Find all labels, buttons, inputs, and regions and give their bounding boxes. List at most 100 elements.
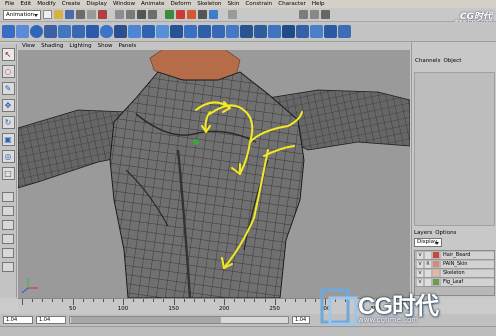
- snap-surface-icon[interactable]: [148, 10, 157, 19]
- shelf-planar-icon[interactable]: [156, 25, 169, 38]
- layer-row[interactable]: V Skeleton: [415, 269, 494, 278]
- last-tool-icon[interactable]: □: [1, 167, 15, 180]
- tab-channels[interactable]: Channels: [415, 58, 440, 64]
- layout-hypershade-icon[interactable]: [2, 262, 14, 272]
- shelf-sphere-icon[interactable]: [30, 25, 43, 38]
- tool-settings-icon[interactable]: [310, 10, 319, 19]
- move-tool-icon[interactable]: ✥: [1, 99, 15, 112]
- new-scene-icon[interactable]: [43, 10, 52, 19]
- select-hierarchy-icon[interactable]: [76, 10, 85, 19]
- select-tool-icon[interactable]: ↖: [1, 48, 15, 61]
- shelf-bevel-icon[interactable]: [170, 25, 183, 38]
- viewport-menu-shading[interactable]: Shading: [41, 43, 63, 49]
- shelf-cv-curve-icon[interactable]: [16, 25, 29, 38]
- viewport-menu-view[interactable]: View: [22, 43, 35, 49]
- menu-help[interactable]: Help: [309, 0, 328, 8]
- layer-color-swatch[interactable]: [433, 252, 439, 258]
- paint-select-icon[interactable]: ✎: [1, 82, 15, 95]
- layout-outliner-icon[interactable]: [2, 234, 14, 244]
- layer-color-swatch[interactable]: [433, 261, 439, 267]
- menu-create[interactable]: Create: [59, 0, 84, 8]
- rotate-tool-icon[interactable]: ↻: [1, 116, 15, 129]
- shelf-cone-icon[interactable]: [72, 25, 85, 38]
- tab-object[interactable]: Object: [443, 58, 461, 64]
- layer-visibility-toggle[interactable]: V: [417, 269, 423, 277]
- channel-box[interactable]: [414, 72, 495, 226]
- shelf-curve-icon[interactable]: [2, 25, 15, 38]
- shelf-subdiv-icon[interactable]: [268, 25, 281, 38]
- layer-visibility-toggle[interactable]: V: [417, 260, 423, 268]
- shelf-combine-icon[interactable]: [324, 25, 337, 38]
- layer-reference-toggle[interactable]: [425, 251, 431, 259]
- ipr-render-icon[interactable]: [187, 10, 196, 19]
- start-time-field[interactable]: 1.04: [3, 316, 33, 324]
- render-settings-icon[interactable]: [198, 10, 207, 19]
- render-icon[interactable]: [176, 10, 185, 19]
- menu-animate[interactable]: Animate: [138, 0, 167, 8]
- layer-row[interactable]: V R PAIN_Skin: [415, 260, 494, 269]
- layer-visibility-toggle[interactable]: V: [417, 251, 423, 259]
- shelf-detach-icon[interactable]: [212, 25, 225, 38]
- shelf-mirror-icon[interactable]: [310, 25, 323, 38]
- shelf-plane-icon[interactable]: [86, 25, 99, 38]
- menu-deform[interactable]: Deform: [167, 0, 194, 8]
- select-object-icon[interactable]: [87, 10, 96, 19]
- channel-box-icon[interactable]: [321, 10, 330, 19]
- history-icon[interactable]: [165, 10, 174, 19]
- menu-window[interactable]: Window: [110, 0, 138, 8]
- lasso-tool-icon[interactable]: ◌: [1, 65, 15, 78]
- shelf-torus-icon[interactable]: [100, 25, 113, 38]
- select-component-icon[interactable]: [98, 10, 107, 19]
- snap-grid-icon[interactable]: [115, 10, 124, 19]
- menu-file[interactable]: File: [2, 0, 17, 8]
- layout-side-icon[interactable]: [2, 220, 14, 230]
- tab-layers[interactable]: Layers: [414, 230, 432, 236]
- shelf-polygon-icon[interactable]: [254, 25, 267, 38]
- menu-constrain[interactable]: Constrain: [242, 0, 275, 8]
- open-scene-icon[interactable]: [54, 10, 63, 19]
- viewport-menu-lighting[interactable]: Lighting: [69, 43, 91, 49]
- layer-color-swatch[interactable]: [433, 270, 439, 276]
- shelf-revolve-icon[interactable]: [128, 25, 141, 38]
- shelf-boundary-icon[interactable]: [184, 25, 197, 38]
- attribute-editor-icon[interactable]: [299, 10, 308, 19]
- shelf-loft-icon[interactable]: [114, 25, 127, 38]
- hypershade-icon[interactable]: [209, 10, 218, 19]
- menu-character[interactable]: Character: [275, 0, 309, 8]
- shelf-extrude-icon[interactable]: [142, 25, 155, 38]
- layout-four-icon[interactable]: [2, 206, 14, 216]
- menu-edit[interactable]: Edit: [17, 0, 34, 8]
- menu-display[interactable]: Display: [83, 0, 110, 8]
- shelf-smooth-icon[interactable]: [240, 25, 253, 38]
- shelf-attach-icon[interactable]: [198, 25, 211, 38]
- shelf-split-icon[interactable]: [338, 25, 351, 38]
- menu-skeleton[interactable]: Skeleton: [194, 0, 224, 8]
- range-slider[interactable]: [69, 316, 289, 324]
- menu-modify[interactable]: Modify: [34, 0, 59, 8]
- perspective-viewport[interactable]: [18, 50, 410, 298]
- shelf-trim-icon[interactable]: [226, 25, 239, 38]
- layer-reference-toggle[interactable]: [425, 269, 431, 277]
- layout-single-icon[interactable]: [2, 192, 14, 202]
- save-scene-icon[interactable]: [65, 10, 74, 19]
- tab-options[interactable]: Options: [435, 230, 456, 236]
- playback-start-field[interactable]: 1.04: [36, 316, 66, 324]
- layer-row[interactable]: V Hair_Beard: [415, 251, 494, 260]
- display-layer-select[interactable]: Display: [414, 238, 442, 247]
- shelf-cube-icon[interactable]: [44, 25, 57, 38]
- viewport-menu-panels[interactable]: Panels: [118, 43, 136, 49]
- end-time-field[interactable]: 1.04: [292, 316, 310, 324]
- mode-select[interactable]: Animation: [3, 9, 41, 20]
- shelf-sculpt-icon[interactable]: [282, 25, 295, 38]
- layout-graph-icon[interactable]: [2, 248, 14, 258]
- input-line-icon[interactable]: [228, 10, 237, 19]
- scale-tool-icon[interactable]: ▣: [1, 133, 15, 146]
- snap-curve-icon[interactable]: [126, 10, 135, 19]
- viewport-menu-show[interactable]: Show: [98, 43, 113, 49]
- snap-point-icon[interactable]: [137, 10, 146, 19]
- shelf-cylinder-icon[interactable]: [58, 25, 71, 38]
- menu-skin[interactable]: Skin: [224, 0, 242, 8]
- layer-reference-toggle[interactable]: R: [425, 260, 431, 268]
- manipulator-tool-icon[interactable]: ◎: [1, 150, 15, 163]
- shelf-paint-icon[interactable]: [296, 25, 309, 38]
